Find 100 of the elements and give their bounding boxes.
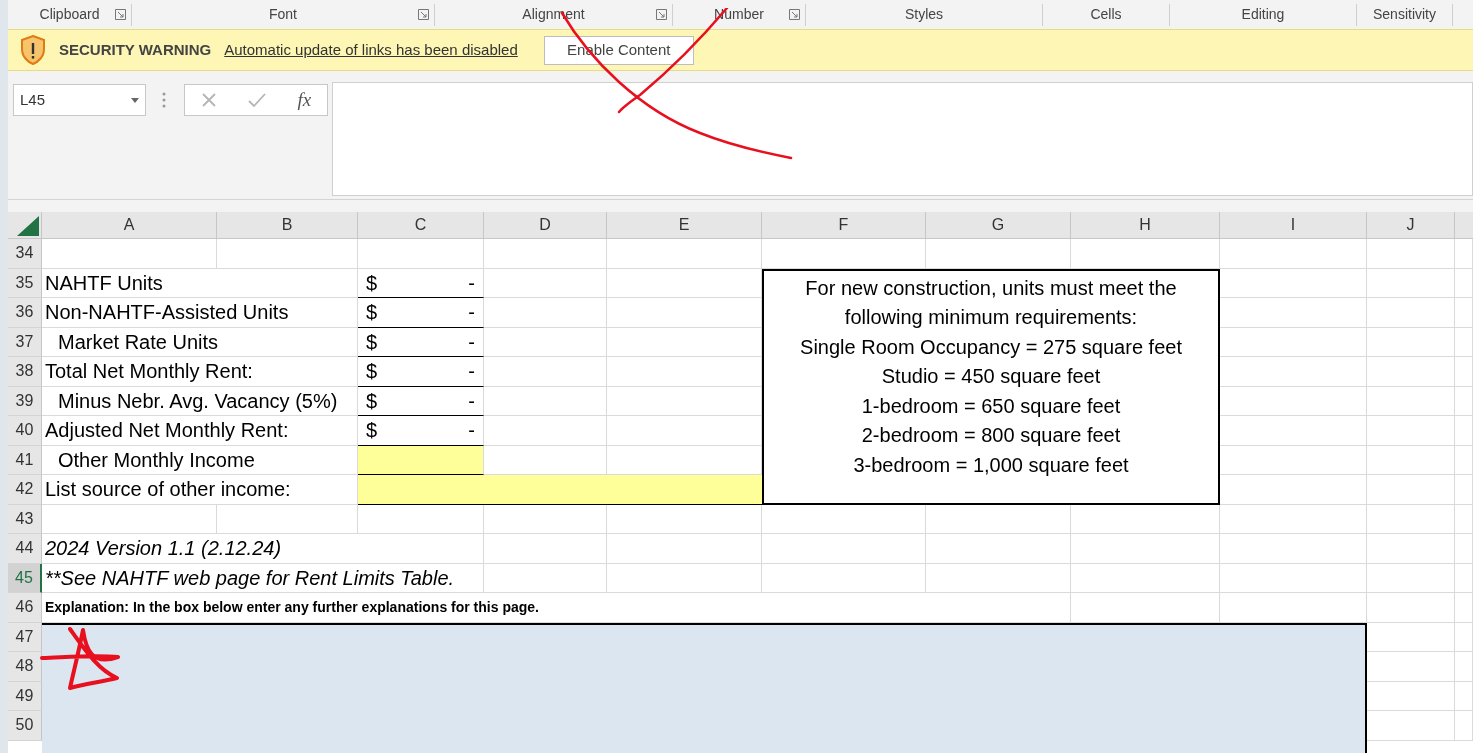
- column-header[interactable]: A: [42, 212, 217, 238]
- empty-cell[interactable]: [484, 327, 607, 357]
- row-header[interactable]: 34: [8, 239, 42, 269]
- empty-cell[interactable]: [1220, 593, 1367, 623]
- empty-cell[interactable]: [484, 298, 607, 328]
- empty-cell[interactable]: [1455, 593, 1473, 623]
- row-header[interactable]: 44: [8, 534, 42, 564]
- empty-cell[interactable]: [607, 239, 762, 269]
- empty-cell[interactable]: [1071, 239, 1220, 269]
- empty-cell[interactable]: [1367, 475, 1455, 505]
- empty-cell[interactable]: [1220, 534, 1367, 564]
- empty-cell[interactable]: [1071, 534, 1220, 564]
- column-header[interactable]: F: [762, 212, 926, 238]
- empty-cell[interactable]: [358, 504, 484, 534]
- empty-cell[interactable]: [217, 239, 358, 269]
- empty-cell[interactable]: [926, 563, 1071, 593]
- row-header[interactable]: 41: [8, 445, 42, 475]
- empty-cell[interactable]: [1455, 563, 1473, 593]
- empty-cell[interactable]: [1071, 563, 1220, 593]
- empty-cell[interactable]: [484, 239, 607, 269]
- row-header[interactable]: 36: [8, 298, 42, 328]
- empty-cell[interactable]: [1367, 416, 1455, 446]
- column-header[interactable]: H: [1071, 212, 1220, 238]
- dialog-launcher-icon[interactable]: [115, 8, 126, 20]
- empty-cell[interactable]: [1455, 622, 1473, 652]
- dialog-launcher-icon[interactable]: [789, 8, 800, 20]
- row-header[interactable]: 47: [8, 622, 42, 652]
- row-header[interactable]: 49: [8, 681, 42, 711]
- empty-cell[interactable]: [484, 268, 607, 298]
- empty-cell[interactable]: [1367, 563, 1455, 593]
- empty-cell[interactable]: [1367, 504, 1455, 534]
- dialog-launcher-icon[interactable]: [656, 8, 667, 20]
- empty-cell[interactable]: [1455, 416, 1473, 446]
- empty-cell[interactable]: [484, 504, 607, 534]
- insert-function-button[interactable]: fx: [297, 85, 312, 115]
- empty-cell[interactable]: [1455, 239, 1473, 269]
- empty-cell[interactable]: [358, 239, 484, 269]
- row-header[interactable]: 46: [8, 593, 42, 623]
- empty-cell[interactable]: [1455, 681, 1473, 711]
- empty-cell[interactable]: [217, 504, 358, 534]
- empty-cell[interactable]: [484, 534, 607, 564]
- empty-cell[interactable]: [1367, 593, 1455, 623]
- column-header[interactable]: C: [358, 212, 484, 238]
- empty-cell[interactable]: [607, 504, 762, 534]
- row-header[interactable]: 42: [8, 475, 42, 505]
- empty-cell[interactable]: [762, 563, 926, 593]
- empty-cell[interactable]: [1220, 563, 1367, 593]
- empty-cell[interactable]: [1367, 327, 1455, 357]
- row-header[interactable]: 50: [8, 711, 42, 741]
- cancel-icon[interactable]: [200, 92, 217, 108]
- empty-cell[interactable]: [762, 534, 926, 564]
- row-header[interactable]: 45: [8, 563, 42, 593]
- row-header[interactable]: 48: [8, 652, 42, 682]
- column-header[interactable]: G: [926, 212, 1071, 238]
- empty-cell[interactable]: [762, 239, 926, 269]
- empty-cell[interactable]: [1455, 504, 1473, 534]
- enter-check-icon[interactable]: [248, 92, 267, 108]
- row-header[interactable]: 39: [8, 386, 42, 416]
- input-cell[interactable]: [358, 475, 762, 505]
- column-header[interactable]: I: [1220, 212, 1367, 238]
- dialog-launcher-icon[interactable]: [418, 8, 429, 20]
- empty-cell[interactable]: [1455, 357, 1473, 387]
- empty-cell[interactable]: [1367, 445, 1455, 475]
- column-header[interactable]: D: [484, 212, 607, 238]
- empty-cell[interactable]: [484, 416, 607, 446]
- row-header[interactable]: 40: [8, 416, 42, 446]
- empty-cell[interactable]: [1455, 268, 1473, 298]
- empty-cell[interactable]: [1455, 327, 1473, 357]
- empty-cell[interactable]: [1367, 534, 1455, 564]
- empty-cell[interactable]: [607, 534, 762, 564]
- empty-cell[interactable]: [1455, 386, 1473, 416]
- column-header[interactable]: E: [607, 212, 762, 238]
- empty-cell[interactable]: [1367, 268, 1455, 298]
- empty-cell[interactable]: [484, 386, 607, 416]
- empty-cell[interactable]: [1455, 298, 1473, 328]
- empty-cell[interactable]: [926, 534, 1071, 564]
- column-header[interactable]: B: [217, 212, 358, 238]
- row-header[interactable]: 37: [8, 327, 42, 357]
- select-all-corner-icon[interactable]: [17, 216, 39, 236]
- row-header[interactable]: 38: [8, 357, 42, 387]
- row-header[interactable]: 43: [8, 504, 42, 534]
- empty-cell[interactable]: [1367, 386, 1455, 416]
- empty-cell[interactable]: [1220, 504, 1367, 534]
- security-warning-link[interactable]: Automatic update of links has been disabled: [224, 38, 518, 62]
- empty-cell[interactable]: [1455, 652, 1473, 682]
- empty-cell[interactable]: [1367, 298, 1455, 328]
- empty-cell[interactable]: [1455, 711, 1473, 741]
- empty-cell[interactable]: [1367, 357, 1455, 387]
- empty-cell[interactable]: [484, 357, 607, 387]
- empty-cell[interactable]: [1455, 445, 1473, 475]
- empty-cell[interactable]: [1455, 475, 1473, 505]
- empty-cell[interactable]: [1071, 593, 1220, 623]
- formula-input[interactable]: [332, 82, 1473, 196]
- column-header[interactable]: J: [1367, 212, 1455, 238]
- empty-cell[interactable]: [1455, 534, 1473, 564]
- name-box[interactable]: L45: [13, 84, 146, 116]
- empty-cell[interactable]: [926, 239, 1071, 269]
- empty-cell[interactable]: [1220, 239, 1367, 269]
- empty-cell[interactable]: [607, 563, 762, 593]
- empty-cell[interactable]: [484, 563, 607, 593]
